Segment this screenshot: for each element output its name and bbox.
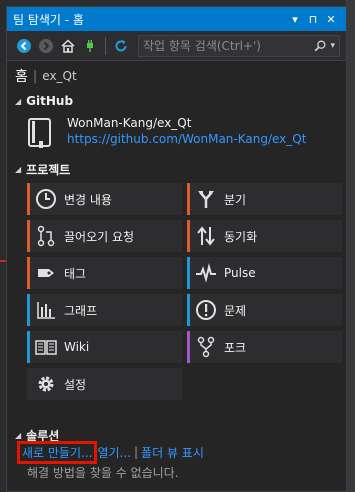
tile-sync[interactable]: 동기화 [187,220,342,252]
project-section-header[interactable]: ◢ 프로젝트 [7,159,346,179]
github-section-header[interactable]: ◢ GitHub [7,91,346,111]
tile-label: Wiki [64,340,90,354]
tile-label: 설정 [64,377,87,392]
wiki-icon [35,340,57,355]
gear-icon [38,376,54,392]
fork-icon [197,336,215,358]
github-repo-link[interactable]: https://github.com/WonMan-Kang/ex_Qt [67,131,306,147]
tile-tags[interactable]: 태그 [27,257,182,289]
close-button[interactable]: ✕ [322,13,340,26]
tile-branches[interactable]: 분기 [187,183,342,215]
tile-label: 동기화 [224,229,258,244]
title-bar: 팀 탐색기 - 홈 ▾ ⊓ ✕ [7,7,346,31]
collapse-triangle-icon[interactable]: ◢ [15,165,21,174]
tile-label: 태그 [64,266,87,281]
search-dropdown-icon[interactable]: ▾ [330,41,335,51]
repository-book-icon [28,118,51,148]
tag-icon [38,269,54,277]
plug-icon [87,39,93,52]
back-button[interactable] [13,35,35,57]
tile-graphs[interactable]: 그래프 [27,294,182,326]
connect-button[interactable] [79,35,101,57]
tile-label: 끌어오기 요청 [64,229,135,244]
home-button[interactable] [57,35,79,57]
github-repo-name: WonMan-Kang/ex_Qt [67,116,192,130]
home-icon [61,38,75,53]
new-solution-link[interactable]: 새로 만들기... [17,440,98,464]
tile-label: 문제 [224,303,247,318]
branch-icon [198,191,214,208]
pin-button[interactable]: ⊓ [304,13,322,26]
tile-label: Pulse [224,266,256,280]
project-section-title: 프로젝트 [26,162,71,177]
forward-icon [39,38,53,53]
page-title: 홈 [15,69,28,85]
sync-icon [197,226,215,246]
link-divider: | [134,445,139,459]
pull-request-icon [37,225,55,247]
collapse-triangle-icon[interactable]: ◢ [15,431,21,440]
collapse-triangle-icon[interactable]: ◢ [15,97,21,106]
tile-settings[interactable]: 설정 [27,368,182,400]
breadcrumb-separator: | [32,68,38,84]
tile-label: 포크 [224,340,247,355]
search-box[interactable]: 작업 항목 검색(Ctrl+') ▾ [138,34,340,57]
github-repo-info: WonMan-Kang/ex_Qt https://github.com/Won… [7,111,346,157]
repo-name: ex_Qt [42,69,77,83]
tile-changes[interactable]: 변경 내용 [27,183,182,215]
open-solution-link[interactable]: 열기... [97,444,131,461]
tile-pulse[interactable]: Pulse [187,257,342,289]
search-icon[interactable] [313,39,327,53]
dropdown-button[interactable]: ▾ [286,13,304,26]
team-explorer-panel: 팀 탐색기 - 홈 ▾ ⊓ ✕ 작업 항목 검색(Ctrl+') ▾ 홈 | e… [6,6,347,492]
issue-icon [196,300,216,320]
tile-issues[interactable]: 문제 [187,294,342,326]
refresh-button[interactable] [110,35,132,57]
window-title: 팀 탐색기 - 홈 [13,12,84,27]
project-tiles: 변경 내용 분기 끌어오기 요청 동기화 태그 Pulse 그래프 문제 Wik… [7,183,346,413]
pulse-icon [196,263,216,283]
folder-view-link[interactable]: 폴더 뷰 표시 [141,444,204,461]
tile-label: 변경 내용 [64,192,112,207]
graph-icon [37,302,55,319]
github-section-title: GitHub [26,94,74,108]
tile-fork[interactable]: 포크 [187,331,342,363]
background-strip [346,0,355,492]
clock-icon [36,189,56,209]
back-icon [17,38,31,53]
toolbar: 작업 항목 검색(Ctrl+') ▾ [7,31,346,61]
solution-actions: 새로 만들기... 열기... | 폴더 뷰 표시 [7,440,346,464]
solution-note: 해결 방법을 찾을 수 없습니다. [27,466,179,480]
toolbar-separator [105,36,106,55]
forward-button[interactable] [35,35,57,57]
tile-wiki[interactable]: Wiki [27,331,182,363]
refresh-icon [115,39,127,51]
tile-label: 분기 [224,192,247,207]
solution-section: ◢ 솔루션 새로 만들기... 열기... | 폴더 뷰 표시 해결 방법을 찾… [7,427,346,481]
tile-label: 그래프 [64,303,98,318]
search-input[interactable]: 작업 항목 검색(Ctrl+') [143,37,313,54]
breadcrumb: 홈 | ex_Qt [7,61,346,91]
tile-pull-requests[interactable]: 끌어오기 요청 [27,220,182,252]
